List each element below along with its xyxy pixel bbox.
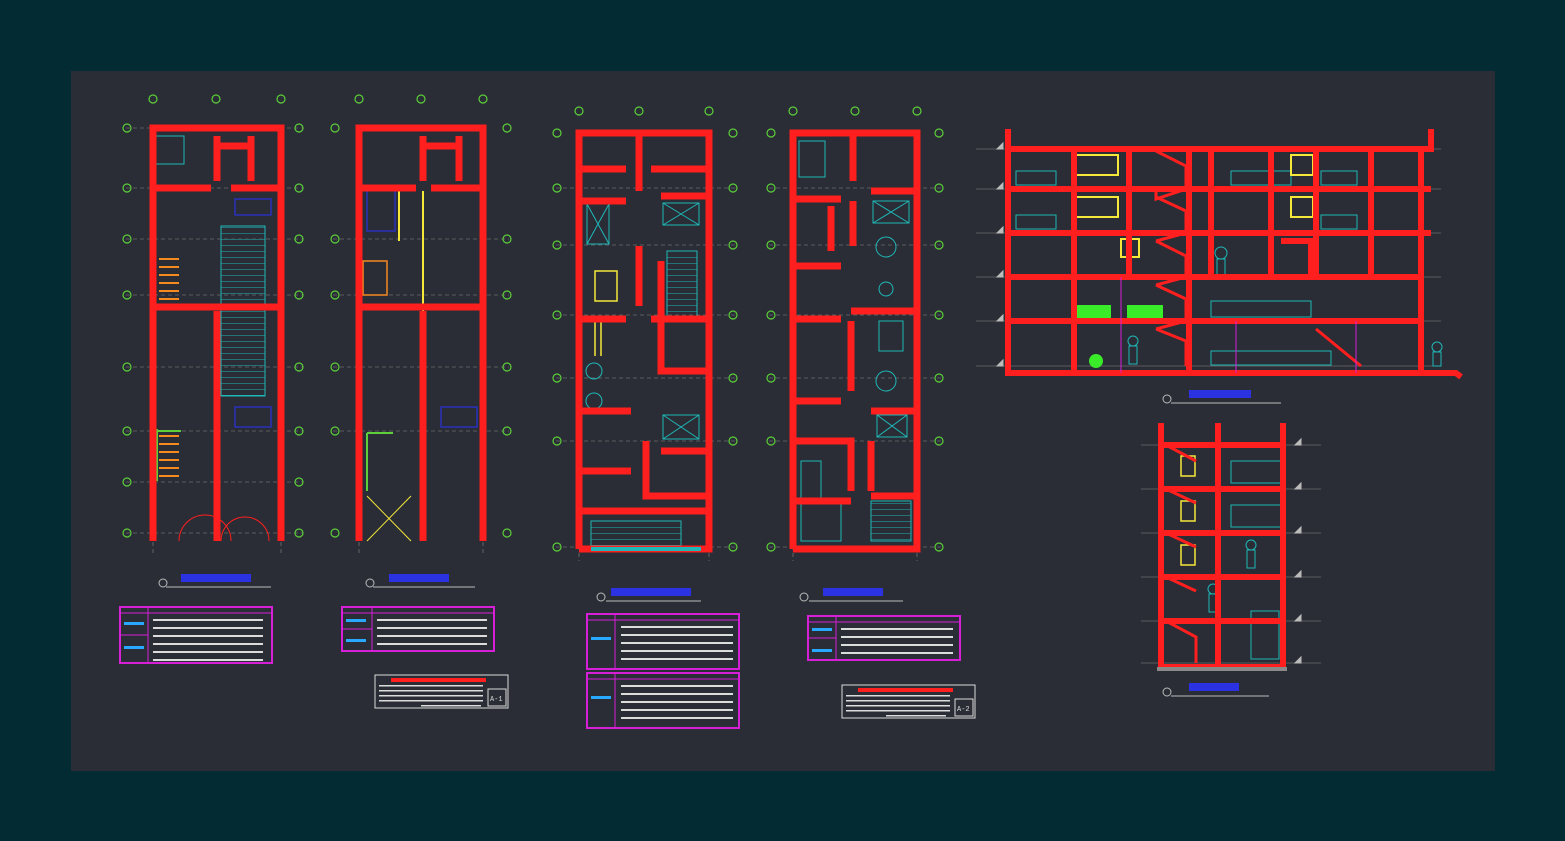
plan-title [611,588,691,596]
schedule-table [807,615,961,661]
level-marker-icon [1293,437,1302,664]
title-block-a2: A-2 [841,684,976,719]
facade-glass [591,547,701,551]
floor-plan-primer-nivel [119,94,304,664]
walls [575,129,713,553]
plan-title [181,574,251,582]
section-marker-icon [1162,394,1172,404]
furniture [1015,170,1443,367]
schedule-table [586,613,740,729]
section-marker-icon [799,592,809,602]
sheet-number: A-2 [957,706,970,714]
ramp-icon [220,225,266,397]
walls [1158,423,1286,670]
section-b-b [1141,423,1321,697]
plan-title [823,588,883,596]
door-swing-icon [178,514,270,542]
garden-planter [1075,305,1111,319]
schedule-table [119,606,273,664]
car-icon [234,406,272,428]
floor-plan-segundo-nivel [552,106,740,729]
section-title [1189,683,1239,691]
schedule-table [341,606,495,652]
drawing-sheet: A-1 A-2 [71,71,1495,771]
plant-icon [1089,354,1103,368]
car-icon [440,406,478,428]
bed-icon [153,135,185,165]
level-marker-icon [995,141,1004,367]
walls [789,129,921,553]
title-block-a1: A-1 [374,674,509,709]
garden-planter [1127,305,1163,319]
stair-icon [362,260,388,296]
sheet-number: A-1 [490,696,503,704]
stair-icon [159,258,179,477]
section-title [1189,390,1251,398]
section-a-a [976,129,1463,404]
section-marker-icon [158,578,168,588]
section-marker-icon [365,578,375,588]
walls [355,124,487,541]
ground-hatch [1157,667,1287,671]
car-icon [234,198,272,216]
floor-plan-mezanine: A-1 [330,94,512,709]
walls [1005,129,1463,380]
plan-title [389,574,449,582]
cad-drawing: A-1 A-2 [119,94,1463,729]
section-marker-icon [1162,687,1172,697]
floor-plan-tercer-nivel: A-2 [766,106,976,719]
section-marker-icon [596,592,606,602]
